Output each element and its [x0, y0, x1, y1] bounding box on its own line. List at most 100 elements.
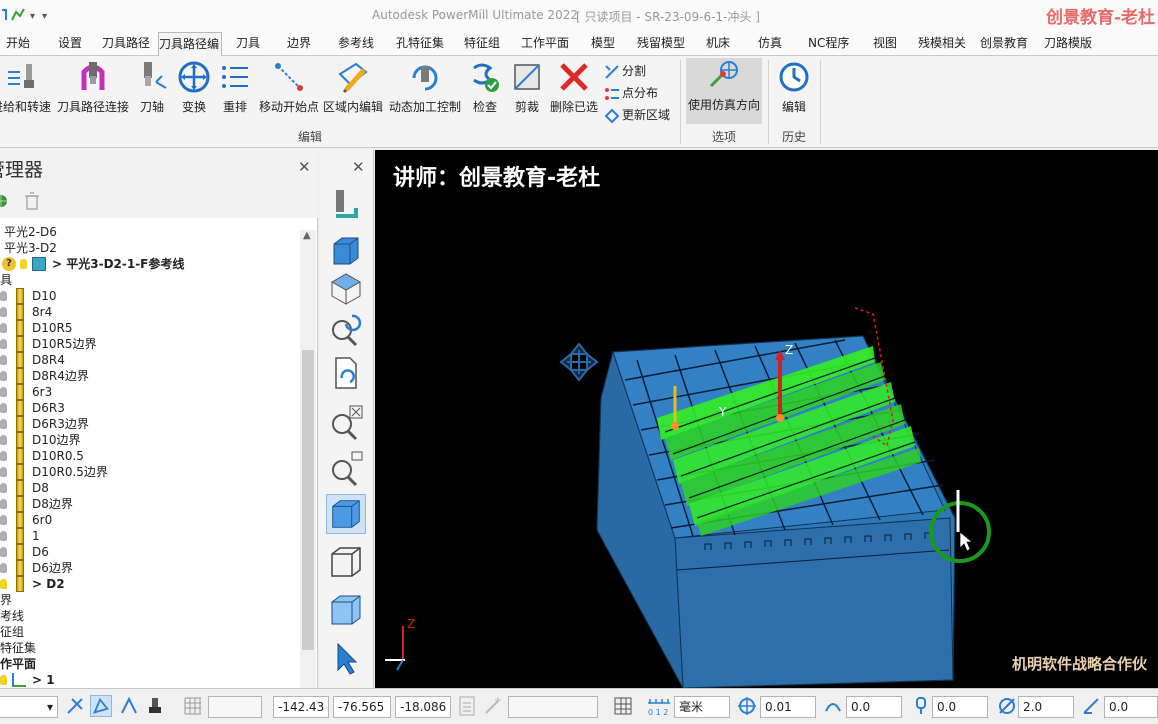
shaded-view-icon[interactable]	[326, 494, 366, 534]
magic-wand-icon[interactable]	[482, 695, 504, 717]
tab-hole-feature[interactable]: 孔特征集	[396, 34, 444, 56]
zoom-rotate-icon[interactable]	[326, 310, 366, 350]
calculator-icon[interactable]	[456, 695, 478, 717]
visibility-bulb-icon[interactable]	[0, 579, 7, 589]
scroll-up-icon[interactable]: ▲	[303, 230, 311, 241]
visibility-bulb-icon[interactable]	[0, 451, 7, 461]
region-edit-button[interactable]: 区域内编辑	[322, 60, 384, 120]
tab-setup[interactable]: 设置	[58, 34, 82, 56]
tab-feature-group[interactable]: 特征组	[464, 34, 500, 56]
trash-icon[interactable]	[24, 192, 40, 210]
move-gizmo-icon[interactable]	[559, 342, 599, 382]
thickness-field[interactable]: 0.0	[846, 696, 902, 718]
visibility-bulb-icon[interactable]	[0, 467, 7, 477]
toolpath-connect-button[interactable]: 刀具路径连接	[56, 60, 130, 120]
tool-holder-icon[interactable]	[144, 695, 166, 717]
explorer-close-icon[interactable]: ✕	[298, 158, 311, 176]
translucent-view-icon[interactable]	[326, 590, 366, 630]
snap-toggle-icon[interactable]	[64, 695, 86, 717]
visibility-bulb-icon[interactable]	[0, 323, 7, 333]
tab-stock-related[interactable]: 残模相关	[918, 34, 966, 56]
tab-start[interactable]: 开始	[6, 34, 30, 56]
tab-toolpath-edit[interactable]: 刀具路径编	[158, 32, 222, 57]
visibility-bulb-icon[interactable]	[0, 371, 7, 381]
axial-thickness-field[interactable]: 0.0	[932, 696, 988, 718]
point-distribution-button[interactable]: 点分布	[604, 84, 658, 104]
y-coordinate-field[interactable]: -76.565	[333, 696, 391, 718]
workplane-dropdown[interactable]: ▾	[0, 696, 58, 718]
thickness-icon[interactable]	[822, 695, 844, 717]
check-button[interactable]: 检查	[468, 60, 502, 120]
quick-access-icons[interactable]: ▾ ▾	[0, 6, 110, 24]
delete-selected-button[interactable]: 删除已选	[548, 60, 600, 120]
axis-snap-icon[interactable]	[118, 695, 140, 717]
globe-icon[interactable]	[0, 194, 8, 208]
history-edit-button[interactable]: 编辑	[774, 60, 814, 120]
tab-boundary[interactable]: 边界	[287, 34, 311, 56]
tab-stock-model[interactable]: 残留模型	[637, 34, 685, 56]
visibility-bulb-icon[interactable]	[0, 675, 7, 685]
tab-pattern[interactable]: 参考线	[338, 34, 374, 56]
visibility-bulb-icon[interactable]	[0, 403, 7, 413]
reorder-button[interactable]: 重排	[218, 60, 252, 120]
tab-toolpaths[interactable]: 刀具路径	[102, 34, 150, 56]
refresh-page-icon[interactable]	[326, 354, 366, 394]
grid-spacing-field[interactable]	[208, 696, 262, 718]
top-view-icon[interactable]	[326, 268, 366, 308]
dynamic-machining-button[interactable]: 动态加工控制	[388, 60, 462, 120]
transform-button[interactable]: 变换	[176, 60, 212, 120]
diameter-field[interactable]: 2.0	[1018, 696, 1074, 718]
visibility-bulb-icon[interactable]	[0, 563, 7, 573]
calculator-grid-icon[interactable]	[612, 695, 634, 717]
x-coordinate-field[interactable]: -142.43	[273, 696, 329, 718]
visibility-bulb-icon[interactable]	[0, 387, 7, 397]
tab-chuangjing[interactable]: 创景教育	[980, 34, 1028, 56]
visibility-bulb-icon[interactable]	[0, 435, 7, 445]
z-coordinate-field[interactable]: -18.086	[395, 696, 451, 718]
tab-nc-program[interactable]: NC程序	[808, 34, 849, 56]
axial-thickness-icon[interactable]	[910, 695, 932, 717]
tab-view[interactable]: 视图	[873, 34, 897, 56]
quick-access-toolbar[interactable]: ▾ ▾	[0, 6, 110, 27]
update-region-button[interactable]: 更新区域	[604, 106, 670, 126]
tab-machine[interactable]: 机床	[706, 34, 730, 56]
units-field[interactable]: 毫米	[674, 696, 730, 718]
visibility-bulb-icon[interactable]	[0, 419, 7, 429]
visibility-bulb-icon[interactable]	[0, 483, 7, 493]
split-button[interactable]: 分割	[604, 62, 646, 82]
tolerance-icon[interactable]	[736, 695, 758, 717]
stepover-icon[interactable]	[1080, 695, 1102, 717]
tolerance-field[interactable]: 0.01	[760, 696, 816, 718]
tab-workplane[interactable]: 工作平面	[521, 34, 569, 56]
select-arrow-icon[interactable]	[326, 638, 366, 678]
visibility-bulb-icon[interactable]	[0, 291, 7, 301]
workplane-snap-icon[interactable]	[90, 695, 112, 717]
command-field[interactable]	[508, 696, 598, 718]
view-toolbar-close-icon[interactable]: ✕	[352, 158, 365, 176]
trim-button[interactable]: 剪裁	[510, 60, 544, 120]
explorer-scrollbar[interactable]: ▲	[300, 230, 316, 690]
visibility-bulb-icon[interactable]	[0, 339, 7, 349]
scroll-thumb[interactable]	[302, 350, 314, 650]
move-start-point-button[interactable]: 移动开始点	[258, 60, 320, 120]
tab-simulation[interactable]: 仿真	[758, 34, 782, 56]
feed-speed-button[interactable]: 进给和转速	[0, 60, 52, 120]
tool-axis-button[interactable]: 刀轴	[136, 60, 168, 120]
iso-view-icon[interactable]	[326, 232, 366, 272]
tab-tools[interactable]: 刀具	[236, 34, 260, 56]
tab-model[interactable]: 模型	[591, 34, 615, 56]
visibility-bulb-icon[interactable]	[0, 307, 7, 317]
visibility-bulb-icon[interactable]	[20, 259, 27, 269]
visibility-bulb-icon[interactable]	[0, 499, 7, 509]
use-simulation-direction-button[interactable]: 使用仿真方向	[686, 58, 762, 124]
wireframe-view-icon[interactable]	[326, 542, 366, 582]
tab-toolpath-template[interactable]: 刀路模版	[1044, 34, 1092, 56]
zoom-fit-icon[interactable]	[326, 402, 366, 442]
graphics-viewport[interactable]: Z Y Z 讲师：创景教育-老杜 机明软件战略合作伙	[375, 150, 1158, 688]
zoom-box-icon[interactable]	[326, 448, 366, 488]
diameter-icon[interactable]	[996, 695, 1018, 717]
stepover-field[interactable]: 0.0	[1104, 696, 1158, 718]
visibility-bulb-icon[interactable]	[0, 355, 7, 365]
grid-icon[interactable]	[182, 695, 204, 717]
visibility-bulb-icon[interactable]	[0, 515, 7, 525]
